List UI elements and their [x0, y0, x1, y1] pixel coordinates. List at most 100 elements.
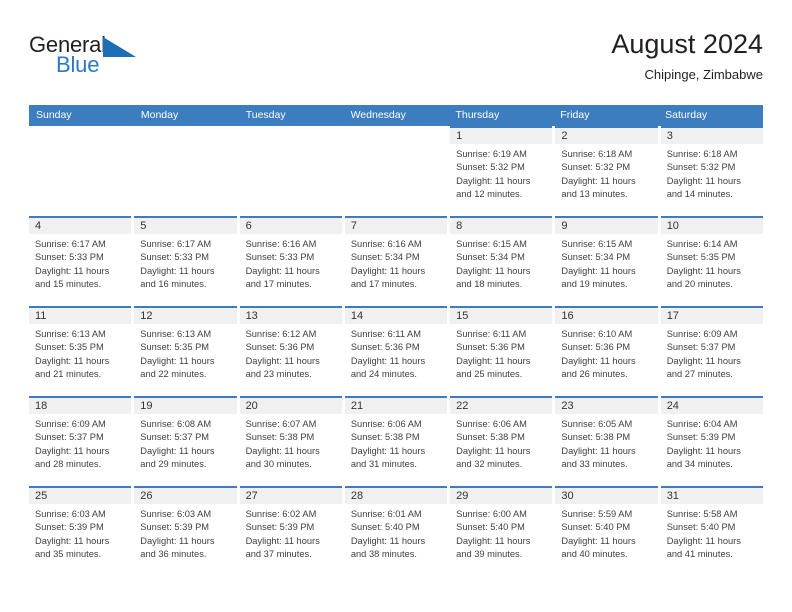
day-details: Sunrise: 6:11 AM Sunset: 5:36 PM Daylight:… — [345, 324, 447, 382]
day-cell-30[interactable]: 30 Sunrise: 5:59 AM Sunset: 5:40 PM Dayligh… — [555, 486, 658, 576]
daylight-text-line2: and 25 minutes. — [456, 369, 523, 380]
daylight-text-line2: and 19 minutes. — [561, 279, 628, 290]
daylight-text-line2: and 13 minutes. — [561, 189, 628, 200]
day-cell-10[interactable]: 10 Sunrise: 6:14 AM Sunset: 5:35 PM Dayligh… — [660, 216, 763, 306]
day-number-band: 14 — [344, 306, 448, 324]
daylight-text-line2: and 40 minutes. — [561, 549, 628, 560]
day-number-band — [345, 126, 447, 144]
day-cell-28[interactable]: 28 Sunrise: 6:01 AM Sunset: 5:40 PM Dayligh… — [344, 486, 448, 576]
day-number: 2 — [561, 130, 568, 142]
day-cell-24[interactable]: 24 Sunrise: 6:04 AM Sunset: 5:39 PM Dayligh… — [660, 396, 763, 486]
day-number: 21 — [350, 400, 364, 412]
day-cell-8[interactable]: 8 Sunrise: 6:15 AM Sunset: 5:34 PM Daylight… — [450, 216, 553, 306]
day-cell-3[interactable]: 3 Sunrise: 6:18 AM Sunset: 5:32 PM Daylight… — [660, 126, 763, 216]
daylight-text-line2: and 21 minutes. — [35, 369, 102, 380]
sunset-text: Sunset: 5:33 PM — [140, 252, 210, 263]
day-cell-25[interactable]: 25 Sunrise: 6:03 AM Sunset: 5:39 PM Dayligh… — [29, 486, 132, 576]
day-cell-22[interactable]: 22 Sunrise: 6:06 AM Sunset: 5:38 PM Dayligh… — [450, 396, 553, 486]
day-details: Sunrise: 6:14 AM Sunset: 5:35 PM Daylight:… — [661, 234, 763, 292]
day-cell-18[interactable]: 18 Sunrise: 6:09 AM Sunset: 5:37 PM Dayligh… — [29, 396, 132, 486]
sunset-text: Sunset: 5:38 PM — [456, 432, 525, 443]
daylight-text-line2: and 34 minutes. — [666, 459, 733, 470]
day-cell-15[interactable]: 15 Sunrise: 6:11 AM Sunset: 5:36 PM Dayligh… — [450, 306, 553, 396]
day-of-week-header: Sunday Monday Tuesday Wednesday Thursday Frid… — [29, 105, 763, 126]
day-number: 27 — [245, 490, 258, 502]
day-number: 25 — [35, 490, 48, 502]
day-number: 8 — [456, 220, 463, 232]
day-number: 4 — [35, 220, 42, 232]
day-details: Sunrise: 6:16 AM Sunset: 5:34 PM Daylight:… — [345, 234, 447, 292]
day-cell-26[interactable]: 26 Sunrise: 6:03 AM Sunset: 5:39 PM Dayligh… — [134, 486, 237, 576]
sunrise-text: Sunrise: 6:18 AM — [666, 149, 738, 159]
day-cell-27[interactable]: 27 Sunrise: 6:02 AM Sunset: 5:39 PM Dayligh… — [239, 486, 342, 576]
sunrise-text: Sunrise: 6:11 AM — [350, 329, 421, 339]
day-number-band — [29, 126, 131, 144]
day-number-band: 15 — [450, 306, 553, 324]
daylight-text-line1: Daylight: 11 hours — [35, 355, 110, 366]
day-cell-14[interactable]: 14 Sunrise: 6:11 AM Sunset: 5:36 PM Dayligh… — [344, 306, 448, 396]
daylight-text-line1: Daylight: 11 hours — [350, 355, 426, 366]
day-cell-19[interactable]: 19 Sunrise: 6:08 AM Sunset: 5:37 PM Dayligh… — [134, 396, 237, 486]
sunrise-text: Sunrise: 6:18 AM — [561, 149, 633, 159]
day-cell-7[interactable]: 7 Sunrise: 6:16 AM Sunset: 5:34 PM Daylight… — [344, 216, 448, 306]
day-cell-13[interactable]: 13 Sunrise: 6:12 AM Sunset: 5:36 PM Dayligh… — [239, 306, 342, 396]
daylight-text-line2: and 30 minutes. — [245, 459, 312, 470]
day-details: Sunrise: 6:03 AM Sunset: 5:39 PM Daylight:… — [134, 504, 236, 562]
sunset-text: Sunset: 5:38 PM — [245, 432, 315, 443]
day-number-band: 24 — [660, 396, 763, 414]
daylight-text-line1: Daylight: 11 hours — [456, 175, 531, 186]
daylight-text-line2: and 32 minutes. — [456, 459, 523, 470]
day-cell-1[interactable]: 1 Sunrise: 6:19 AM Sunset: 5:32 PM Daylight… — [450, 126, 553, 216]
day-number-band: 28 — [344, 486, 448, 504]
day-number: 13 — [245, 310, 258, 322]
day-cell-31[interactable]: 31 Sunrise: 5:58 AM Sunset: 5:40 PM Dayligh… — [660, 486, 763, 576]
day-details: Sunrise: 6:17 AM Sunset: 5:33 PM Daylight:… — [29, 234, 131, 292]
day-cell-empty — [134, 126, 237, 216]
day-cell-6[interactable]: 6 Sunrise: 6:16 AM Sunset: 5:33 PM Daylight… — [239, 216, 342, 306]
day-cell-4[interactable]: 4 Sunrise: 6:17 AM Sunset: 5:33 PM Daylight… — [29, 216, 132, 306]
brand-logo[interactable]: General Blue — [29, 26, 229, 86]
day-cell-17[interactable]: 17 Sunrise: 6:09 AM Sunset: 5:37 PM Dayligh… — [660, 306, 763, 396]
sunrise-text: Sunrise: 6:16 AM — [350, 239, 422, 249]
day-cell-23[interactable]: 23 Sunrise: 6:05 AM Sunset: 5:38 PM Dayligh… — [555, 396, 658, 486]
calendar-weeks: 1 Sunrise: 6:19 AM Sunset: 5:32 PM Daylight… — [29, 126, 763, 576]
day-cell-20[interactable]: 20 Sunrise: 6:07 AM Sunset: 5:38 PM Dayligh… — [239, 396, 342, 486]
sunrise-text: Sunrise: 6:13 AM — [140, 329, 212, 339]
day-number-band: 5 — [134, 216, 237, 234]
day-of-week-friday: Friday — [560, 109, 590, 121]
day-number-band: 23 — [555, 396, 658, 414]
day-details: Sunrise: 6:03 AM Sunset: 5:39 PM Daylight:… — [29, 504, 131, 562]
day-number: 16 — [561, 310, 574, 322]
day-number: 15 — [456, 310, 469, 322]
day-cell-16[interactable]: 16 Sunrise: 6:10 AM Sunset: 5:36 PM Dayligh… — [555, 306, 658, 396]
day-cell-29[interactable]: 29 Sunrise: 6:00 AM Sunset: 5:40 PM Dayligh… — [450, 486, 553, 576]
sunset-text: Sunset: 5:40 PM — [561, 522, 631, 533]
day-cell-2[interactable]: 2 Sunrise: 6:18 AM Sunset: 5:32 PM Daylight… — [555, 126, 658, 216]
day-number: 26 — [140, 490, 153, 502]
sunrise-text: Sunrise: 6:17 AM — [140, 239, 212, 249]
day-cell-5[interactable]: 5 Sunrise: 6:17 AM Sunset: 5:33 PM Daylight… — [134, 216, 237, 306]
day-number: 29 — [456, 490, 469, 502]
sunset-text: Sunset: 5:39 PM — [140, 522, 210, 533]
day-number-band: 16 — [555, 306, 658, 324]
day-details: Sunrise: 6:09 AM Sunset: 5:37 PM Daylight:… — [29, 414, 131, 472]
day-cell-11[interactable]: 11 Sunrise: 6:13 AM Sunset: 5:35 PM Dayligh… — [29, 306, 132, 396]
day-cell-21[interactable]: 21 Sunrise: 6:06 AM Sunset: 5:38 PM Dayligh… — [344, 396, 448, 486]
day-details: Sunrise: 6:06 AM Sunset: 5:38 PM Daylight:… — [450, 414, 552, 472]
day-details: Sunrise: 6:15 AM Sunset: 5:34 PM Daylight:… — [450, 234, 552, 292]
daylight-text-line1: Daylight: 11 hours — [666, 355, 741, 366]
sunset-text: Sunset: 5:32 PM — [456, 162, 525, 173]
day-cell-9[interactable]: 9 Sunrise: 6:15 AM Sunset: 5:34 PM Daylight… — [555, 216, 658, 306]
daylight-text-line2: and 38 minutes. — [350, 549, 417, 560]
sunset-text: Sunset: 5:33 PM — [35, 252, 104, 263]
day-number-band: 12 — [134, 306, 237, 324]
daylight-text-line2: and 17 minutes. — [350, 279, 417, 290]
daylight-text-line1: Daylight: 11 hours — [666, 535, 741, 546]
daylight-text-line2: and 12 minutes. — [456, 189, 523, 200]
sunrise-text: Sunrise: 6:00 AM — [456, 509, 527, 519]
daylight-text-line1: Daylight: 11 hours — [35, 445, 110, 456]
day-cell-12[interactable]: 12 Sunrise: 6:13 AM Sunset: 5:35 PM Dayligh… — [134, 306, 237, 396]
daylight-text-line2: and 35 minutes. — [35, 549, 102, 560]
sunset-text: Sunset: 5:40 PM — [666, 522, 736, 533]
day-number-band: 4 — [29, 216, 132, 234]
